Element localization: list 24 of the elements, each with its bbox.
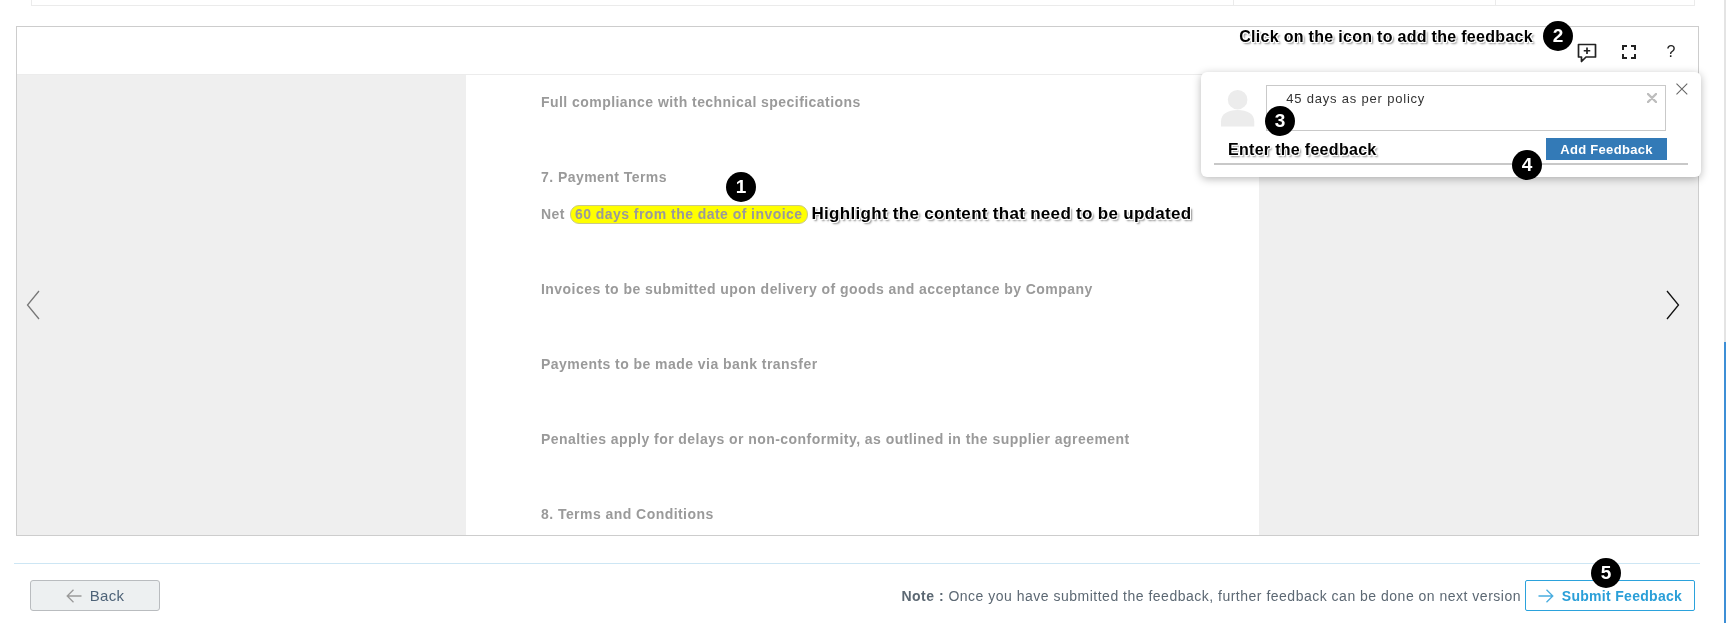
document-text: Full compliance with technical specifications bbox=[541, 93, 861, 112]
callout-text: Enter the feedback bbox=[1228, 139, 1377, 159]
document-text: Invoices to be submitted upon delivery of goods and acceptance by Company bbox=[541, 280, 1093, 299]
help-button[interactable]: ? bbox=[1659, 40, 1683, 64]
document-text: Payments to be made via bank transfer bbox=[541, 355, 818, 374]
section-heading: 8. Terms and Conditions bbox=[541, 505, 714, 524]
step-badge: 2 bbox=[1543, 21, 1573, 51]
arrow-left-icon bbox=[65, 588, 82, 603]
section-heading: 7. Payment Terms bbox=[541, 168, 667, 187]
callout-text: Highlight the content that need to be updated bbox=[811, 204, 1192, 224]
step-badge: 5 bbox=[1591, 558, 1621, 588]
arrow-right-icon bbox=[1537, 588, 1554, 603]
document-text: Net bbox=[541, 205, 565, 224]
close-icon[interactable] bbox=[1676, 83, 1688, 95]
callout-text: Click on the icon to add the feedback bbox=[1239, 27, 1533, 46]
highlighted-text: 60 days from the date of invoice bbox=[569, 204, 808, 224]
submit-feedback-button[interactable]: Submit Feedback bbox=[1525, 580, 1695, 611]
chevron-left-icon[interactable] bbox=[26, 290, 40, 320]
document-text: Penalties apply for delays or non-conformity, as outlined in the supplier agreement bbox=[541, 430, 1130, 449]
submission-note: Note : Once you have submitted the feedback, further feedback can be done on next version bbox=[901, 587, 1521, 604]
back-button[interactable]: Back bbox=[30, 580, 160, 611]
scrollbar-thumb[interactable] bbox=[1724, 342, 1726, 623]
chevron-right-icon[interactable] bbox=[1666, 290, 1680, 320]
add-feedback-button[interactable]: Add Feedback bbox=[1546, 138, 1667, 160]
